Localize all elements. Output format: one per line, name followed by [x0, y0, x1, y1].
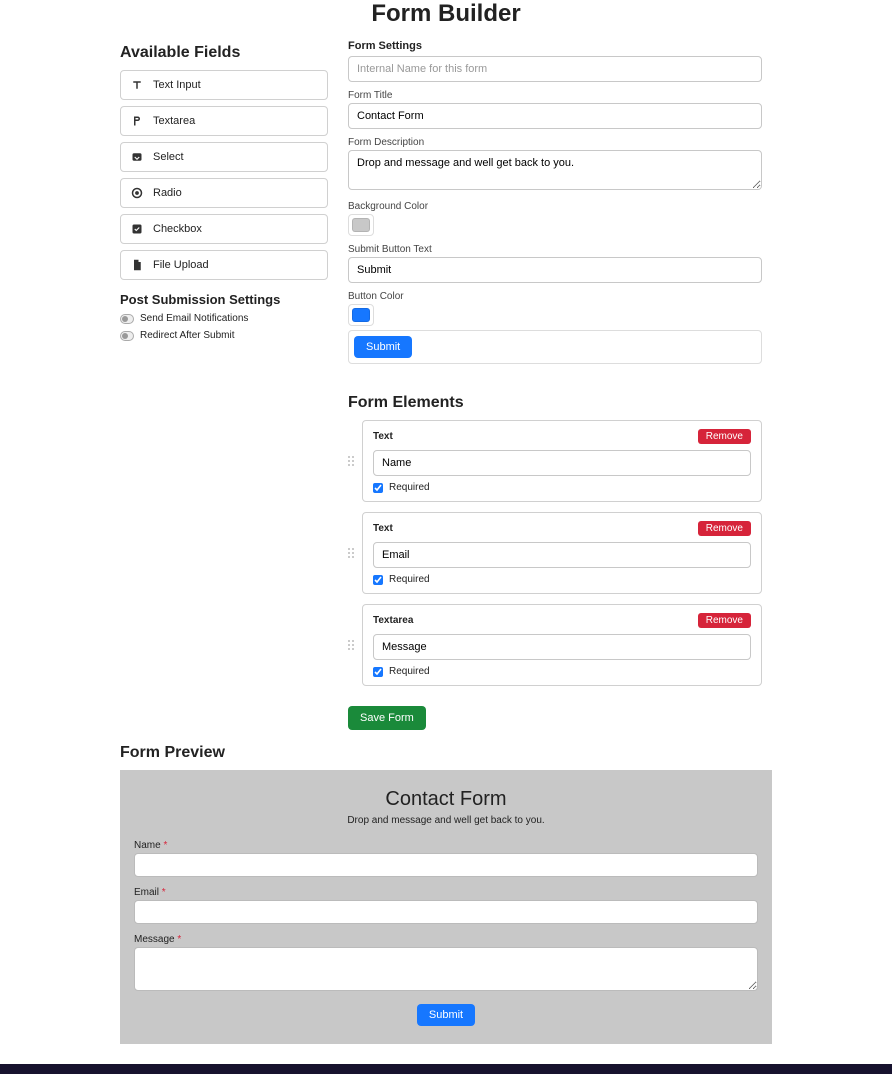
- element-name-input[interactable]: [373, 634, 751, 660]
- field-option-label: Radio: [153, 187, 182, 199]
- field-option-radio[interactable]: Radio: [120, 178, 328, 208]
- required-label: Required: [389, 482, 430, 493]
- submit-button-preview-row: Submit: [348, 330, 762, 364]
- element-card: Text Remove Required: [362, 420, 762, 502]
- form-description-label: Form Description: [348, 137, 762, 148]
- required-mark: *: [162, 887, 166, 898]
- post-setting-email: Send Email Notifications: [120, 313, 328, 324]
- textarea-icon: [131, 115, 143, 127]
- required-row[interactable]: Required: [373, 482, 751, 493]
- footer-bar: [0, 1064, 892, 1074]
- required-row[interactable]: Required: [373, 574, 751, 585]
- remove-button[interactable]: Remove: [698, 521, 751, 536]
- remove-button[interactable]: Remove: [698, 613, 751, 628]
- element-row: Textarea Remove Required: [348, 604, 762, 686]
- form-title-input[interactable]: [348, 103, 762, 129]
- post-setting-label: Redirect After Submit: [140, 330, 234, 341]
- post-setting-label: Send Email Notifications: [140, 313, 248, 324]
- field-option-select[interactable]: Select: [120, 142, 328, 172]
- post-submission-heading: Post Submission Settings: [120, 292, 328, 307]
- required-checkbox[interactable]: [373, 483, 383, 493]
- available-fields-heading: Available Fields: [120, 44, 328, 62]
- form-preview-panel: Contact Form Drop and message and well g…: [120, 770, 772, 1044]
- button-color-label: Button Color: [348, 291, 762, 302]
- form-elements-heading: Form Elements: [348, 394, 762, 412]
- radio-icon: [131, 187, 143, 199]
- element-row: Text Remove Required: [348, 420, 762, 502]
- form-title-label: Form Title: [348, 90, 762, 101]
- field-option-label: Text Input: [153, 79, 201, 91]
- element-type-label: Textarea: [373, 615, 413, 626]
- button-color-picker[interactable]: [348, 304, 374, 326]
- preview-field-label: Email *: [134, 887, 758, 898]
- drag-handle-icon[interactable]: [348, 456, 358, 466]
- form-description-input[interactable]: [348, 150, 762, 190]
- toggle-redirect-after-submit[interactable]: [120, 331, 134, 341]
- element-type-label: Text: [373, 431, 393, 442]
- element-type-label: Text: [373, 523, 393, 534]
- preview-form-title: Contact Form: [134, 788, 758, 811]
- field-option-label: File Upload: [153, 259, 209, 271]
- remove-button[interactable]: Remove: [698, 429, 751, 444]
- field-option-label: Checkbox: [153, 223, 202, 235]
- bg-color-picker[interactable]: [348, 214, 374, 236]
- preview-submit-button[interactable]: Submit: [417, 1004, 475, 1026]
- save-form-button[interactable]: Save Form: [348, 706, 426, 730]
- element-card: Textarea Remove Required: [362, 604, 762, 686]
- select-icon: [131, 151, 143, 163]
- available-fields-list: Text Input Textarea Select: [120, 70, 328, 280]
- preview-name-input[interactable]: [134, 853, 758, 877]
- file-icon: [131, 259, 143, 271]
- preview-field-label: Name *: [134, 840, 758, 851]
- submit-text-label: Submit Button Text: [348, 244, 762, 255]
- element-card: Text Remove Required: [362, 512, 762, 594]
- form-preview-heading: Form Preview: [120, 744, 772, 762]
- field-option-text-input[interactable]: Text Input: [120, 70, 328, 100]
- bg-color-swatch: [352, 218, 370, 232]
- drag-handle-icon[interactable]: [348, 548, 358, 558]
- required-mark: *: [177, 934, 181, 945]
- required-checkbox[interactable]: [373, 667, 383, 677]
- required-mark: *: [163, 840, 167, 851]
- field-option-label: Textarea: [153, 115, 195, 127]
- field-option-textarea[interactable]: Textarea: [120, 106, 328, 136]
- form-elements-list: Text Remove Required: [348, 420, 762, 686]
- button-color-swatch: [352, 308, 370, 322]
- element-row: Text Remove Required: [348, 512, 762, 594]
- checkbox-icon: [131, 223, 143, 235]
- drag-handle-icon[interactable]: [348, 640, 358, 650]
- element-name-input[interactable]: [373, 542, 751, 568]
- field-option-label: Select: [153, 151, 184, 163]
- field-option-checkbox[interactable]: Checkbox: [120, 214, 328, 244]
- preview-form-description: Drop and message and well get back to yo…: [134, 815, 758, 826]
- text-icon: [131, 79, 143, 91]
- required-label: Required: [389, 574, 430, 585]
- element-name-input[interactable]: [373, 450, 751, 476]
- post-setting-redirect: Redirect After Submit: [120, 330, 328, 341]
- submit-text-input[interactable]: [348, 257, 762, 283]
- internal-name-input[interactable]: [348, 56, 762, 82]
- required-checkbox[interactable]: [373, 575, 383, 585]
- preview-email-input[interactable]: [134, 900, 758, 924]
- field-option-file-upload[interactable]: File Upload: [120, 250, 328, 280]
- required-label: Required: [389, 666, 430, 677]
- preview-field-label: Message *: [134, 934, 758, 945]
- bg-color-label: Background Color: [348, 201, 762, 212]
- page-title: Form Builder: [0, 0, 892, 32]
- form-settings-heading: Form Settings: [348, 40, 762, 52]
- submit-button-preview[interactable]: Submit: [354, 336, 412, 358]
- preview-message-input[interactable]: [134, 947, 758, 991]
- required-row[interactable]: Required: [373, 666, 751, 677]
- toggle-email-notifications[interactable]: [120, 314, 134, 324]
